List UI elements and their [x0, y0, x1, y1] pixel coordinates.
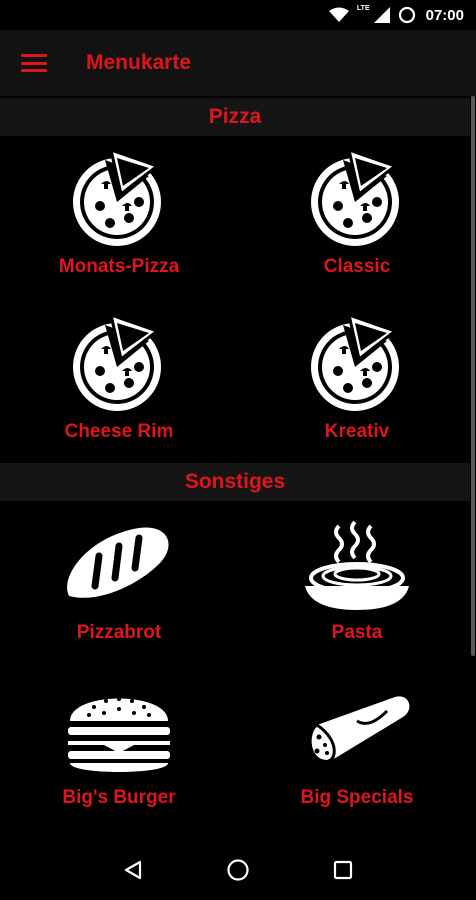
tile-label: Classic: [323, 256, 391, 277]
status-time: 07:00: [425, 6, 464, 24]
status-bar: LTE 07:00: [0, 0, 476, 30]
recents-button[interactable]: [323, 850, 363, 890]
tile-bigs-burger[interactable]: Big's Burger: [0, 681, 238, 840]
pizza-icon: [311, 147, 399, 246]
burger-icon: [68, 697, 170, 772]
tile-label: Pasta: [331, 622, 383, 643]
section-header-sonstiges: Sonstiges: [0, 463, 470, 501]
system-navigation-bar: [0, 840, 476, 900]
tile-label: Cheese Rim: [64, 421, 174, 442]
tile-pizzabrot[interactable]: Pizzabrot: [0, 516, 238, 676]
tile-cheese-rim[interactable]: Cheese Rim: [0, 311, 238, 471]
pizza-icon: [73, 312, 161, 411]
tile-label: Pizzabrot: [76, 622, 162, 643]
tile-label: Monats-Pizza: [58, 256, 180, 277]
tile-pasta[interactable]: Pasta: [238, 516, 476, 676]
app-bar: Menukarte: [0, 30, 476, 96]
pasta-bowl-icon: [305, 520, 409, 610]
network-type-label: LTE: [356, 5, 370, 12]
tile-big-specials[interactable]: Big Specials: [238, 681, 476, 840]
back-triangle-icon: [124, 860, 141, 880]
home-circle-icon: [227, 859, 249, 881]
tile-kreativ[interactable]: Kreativ: [238, 311, 476, 471]
menu-icon[interactable]: [21, 52, 47, 74]
wifi-icon: [328, 7, 349, 22]
battery-icon: [398, 6, 415, 24]
page-title: Menukarte: [86, 51, 192, 74]
pizza-icon: [73, 147, 161, 246]
tile-label: Kreativ: [324, 421, 390, 442]
home-button[interactable]: [218, 850, 258, 890]
pizza-icon: [311, 312, 399, 411]
tile-label: Big's Burger: [62, 787, 176, 808]
tile-monats-pizza[interactable]: Monats-Pizza: [0, 146, 238, 306]
bread-icon: [67, 527, 169, 598]
wrap-icon: [308, 696, 410, 763]
menu-content[interactable]: Pizza Monats-Pizza Classic Cheese Rim Kr…: [0, 96, 476, 840]
tile-classic[interactable]: Classic: [238, 146, 476, 306]
back-button[interactable]: [113, 850, 153, 890]
tile-label: Big Specials: [300, 787, 414, 808]
recents-square-icon: [334, 860, 353, 880]
section-header-pizza: Pizza: [0, 98, 470, 136]
cell-signal-icon: [373, 7, 390, 23]
